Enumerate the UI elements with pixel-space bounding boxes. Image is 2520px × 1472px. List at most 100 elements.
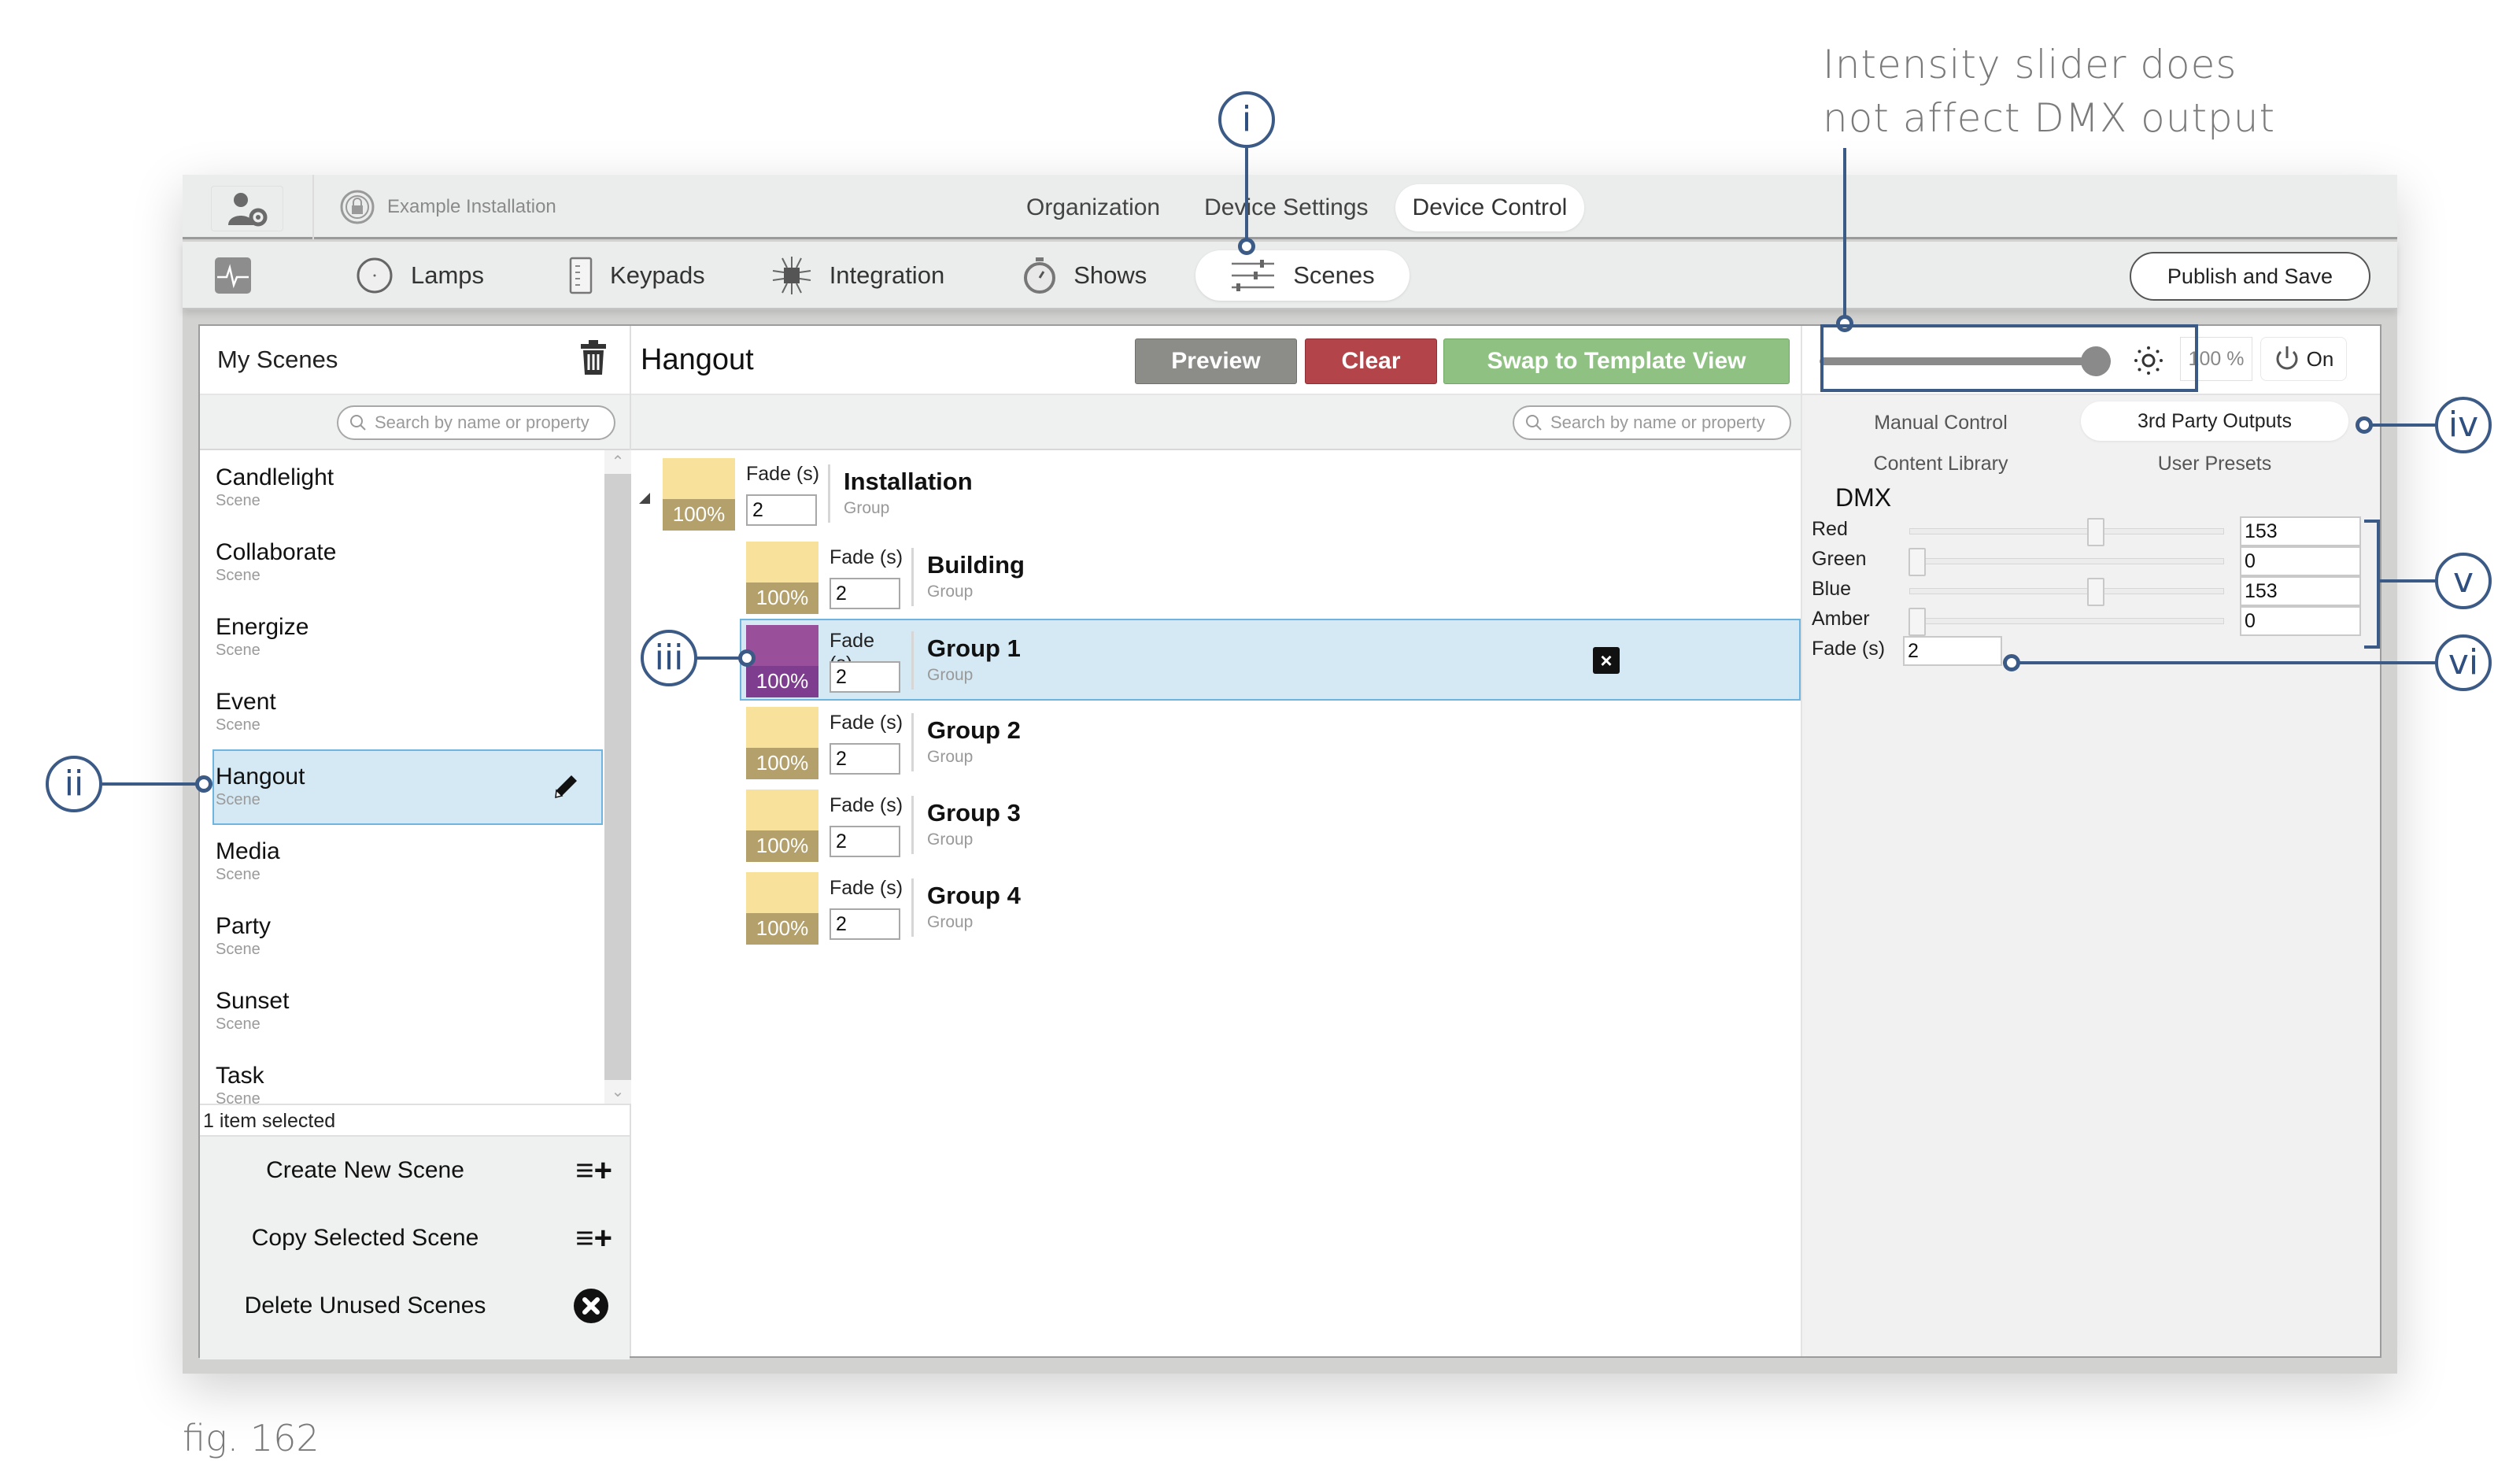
dmx-label: Green (1812, 548, 1867, 570)
scene-actions: Create New Scene ≡+ Copy Selected Scene … (200, 1137, 630, 1359)
dmx-value-green[interactable]: 0 (2240, 546, 2361, 576)
swap-to-template-view-button[interactable]: Swap to Template View (1443, 338, 1790, 384)
group-row-group-4[interactable]: 100% Fade (s) 2 Group 4 Group (746, 867, 1798, 949)
scenes-search-input[interactable]: Search by name or property (337, 405, 615, 440)
group-row-group-2[interactable]: 100% Fade (s) 2 Group 2 Group (746, 702, 1798, 784)
preview-button[interactable]: Preview (1135, 338, 1297, 384)
nav-lamps[interactable]: Lamps (334, 250, 506, 301)
section-nav: Lamps Keypads Integration Shows Scenes P… (183, 242, 2397, 309)
intensity-swatch[interactable]: 100% (663, 458, 735, 531)
scene-item-media[interactable]: Media Scene (212, 824, 603, 900)
content-frame: My Scenes Search by name or property Can… (198, 324, 2381, 1359)
annotation-note-line2: not affect DMX output (1823, 95, 2276, 141)
fade-input[interactable]: 2 (830, 578, 900, 609)
pencil-icon[interactable] (552, 773, 579, 800)
nav-keypads[interactable]: Keypads (547, 250, 727, 301)
power-toggle[interactable]: On (2260, 337, 2347, 381)
tab-organization[interactable]: Organization (1009, 184, 1177, 231)
group-row-installation[interactable]: 100% Fade (s) 2 Installation Group (631, 453, 1796, 535)
scene-item-candlelight[interactable]: Candlelight Scene (212, 450, 603, 526)
user-gear-icon (228, 193, 268, 227)
scene-item-energize[interactable]: Energize Scene (212, 600, 603, 675)
fade-input[interactable]: 2 (746, 494, 817, 526)
delete-unused-scenes-button[interactable]: Delete Unused Scenes (200, 1272, 630, 1340)
scene-type: Scene (216, 1015, 260, 1033)
dmx-slider-amber[interactable] (1908, 608, 2224, 636)
nav-integration[interactable]: Integration (749, 250, 967, 301)
intensity-swatch[interactable]: 100% (746, 625, 818, 697)
group-row-group-3[interactable]: 100% Fade (s) 2 Group 3 Group (746, 785, 1798, 867)
fade-input[interactable]: 2 (830, 826, 900, 857)
intensity-swatch[interactable]: 100% (746, 542, 818, 614)
scroll-up-arrow[interactable]: ⌃ (604, 450, 631, 474)
search-icon (1526, 415, 1542, 431)
trash-icon[interactable] (579, 338, 608, 376)
list-add-icon: ≡+ (575, 1152, 612, 1188)
intensity-swatch[interactable]: 100% (746, 872, 818, 945)
callout-vi-leader (2019, 661, 2437, 664)
tab-device-settings[interactable]: Device Settings (1187, 184, 1385, 231)
tab-user-presets[interactable]: User Presets (2081, 444, 2348, 483)
group-row-group-1[interactable]: 100% Fade (s) 2 Group 1 Group × (740, 619, 1801, 701)
group-name: Group 1 (927, 634, 1021, 662)
scene-item-sunset[interactable]: Sunset Scene (212, 974, 603, 1049)
dmx-slider-thumb[interactable] (2086, 578, 2104, 606)
scene-name: Candlelight (216, 464, 334, 490)
dmx-value-blue[interactable]: 153 (2240, 576, 2361, 606)
copy-selected-scene-button[interactable]: Copy Selected Scene ≡+ (200, 1204, 630, 1272)
dmx-value-amber[interactable]: 0 (2240, 606, 2361, 636)
fade-input[interactable]: 2 (830, 908, 900, 940)
tab-3rd-party-outputs[interactable]: 3rd Party Outputs (2081, 401, 2348, 441)
callout-iii: iii (641, 630, 697, 686)
fade-label: Fade (s) (830, 877, 903, 899)
scene-item-event[interactable]: Event Scene (212, 675, 603, 750)
group-type: Group (927, 583, 974, 601)
note-leader (1843, 148, 1846, 321)
scene-item-task[interactable]: Task Scene (212, 1049, 603, 1104)
intensity-swatch[interactable]: 100% (746, 790, 818, 862)
nav-scenes[interactable]: Scenes (1195, 250, 1410, 301)
groups-search-input[interactable]: Search by name or property (1513, 405, 1791, 440)
tab-content-library[interactable]: Content Library (1807, 444, 2075, 483)
control-panel: 100 % On Manual Control 3rd Party Output… (1802, 326, 2380, 1356)
dmx-slider-thumb[interactable] (2086, 518, 2104, 546)
scene-item-party[interactable]: Party Scene (212, 899, 603, 975)
tab-device-control[interactable]: Device Control (1395, 184, 1585, 231)
scene-item-hangout[interactable]: Hangout Scene (212, 749, 603, 825)
scene-type: Scene (216, 716, 260, 734)
power-label: On (2306, 346, 2334, 371)
scroll-down-arrow[interactable]: ⌄ (604, 1080, 631, 1104)
dmx-slider-thumb[interactable] (1908, 608, 1926, 636)
scene-list-scrollbar[interactable]: ⌃ ⌄ (604, 450, 631, 1104)
remove-group-button[interactable]: × (1593, 647, 1620, 674)
dmx-value-red[interactable]: 153 (2240, 516, 2361, 546)
dmx-slider-green[interactable] (1908, 548, 2224, 576)
group-name: Group 4 (927, 882, 1021, 909)
clear-button[interactable]: Clear (1305, 338, 1437, 384)
create-new-scene-button[interactable]: Create New Scene ≡+ (200, 1137, 630, 1204)
scene-item-collaborate[interactable]: Collaborate Scene (212, 525, 603, 601)
dmx-slider-thumb[interactable] (1908, 548, 1926, 576)
nav-keypads-label: Keypads (610, 261, 705, 289)
group-name: Group 2 (927, 716, 1021, 744)
user-settings-button[interactable] (211, 186, 283, 231)
publish-and-save-button[interactable]: Publish and Save (2130, 252, 2370, 301)
dmx-fade-input[interactable]: 2 (1903, 636, 2002, 666)
dmx-slider-blue[interactable] (1909, 578, 2224, 606)
dmx-slider-red[interactable] (1909, 518, 2224, 546)
tab-manual-control[interactable]: Manual Control (1807, 403, 2075, 442)
callout-iii-anchor (738, 649, 756, 667)
fade-input[interactable]: 2 (830, 743, 900, 775)
nav-shows[interactable]: Shows (1001, 250, 1169, 301)
annotation-note: Intensity slider does not affect DMX out… (1823, 38, 2275, 145)
intensity-swatch[interactable]: 100% (746, 707, 818, 779)
scenes-panel-title: My Scenes (217, 346, 338, 373)
delete-unused-scenes-label: Delete Unused Scenes (244, 1293, 486, 1319)
nav-activity[interactable] (206, 250, 274, 301)
swatch-intensity: 100% (746, 665, 818, 697)
fade-input[interactable]: 2 (830, 661, 900, 693)
collapse-triangle-icon[interactable] (639, 493, 650, 504)
group-row-building[interactable]: 100% Fade (s) 2 Building Group (746, 537, 1798, 619)
installation-selector[interactable]: Example Installation (340, 186, 556, 228)
nav-shows-label: Shows (1073, 261, 1147, 289)
